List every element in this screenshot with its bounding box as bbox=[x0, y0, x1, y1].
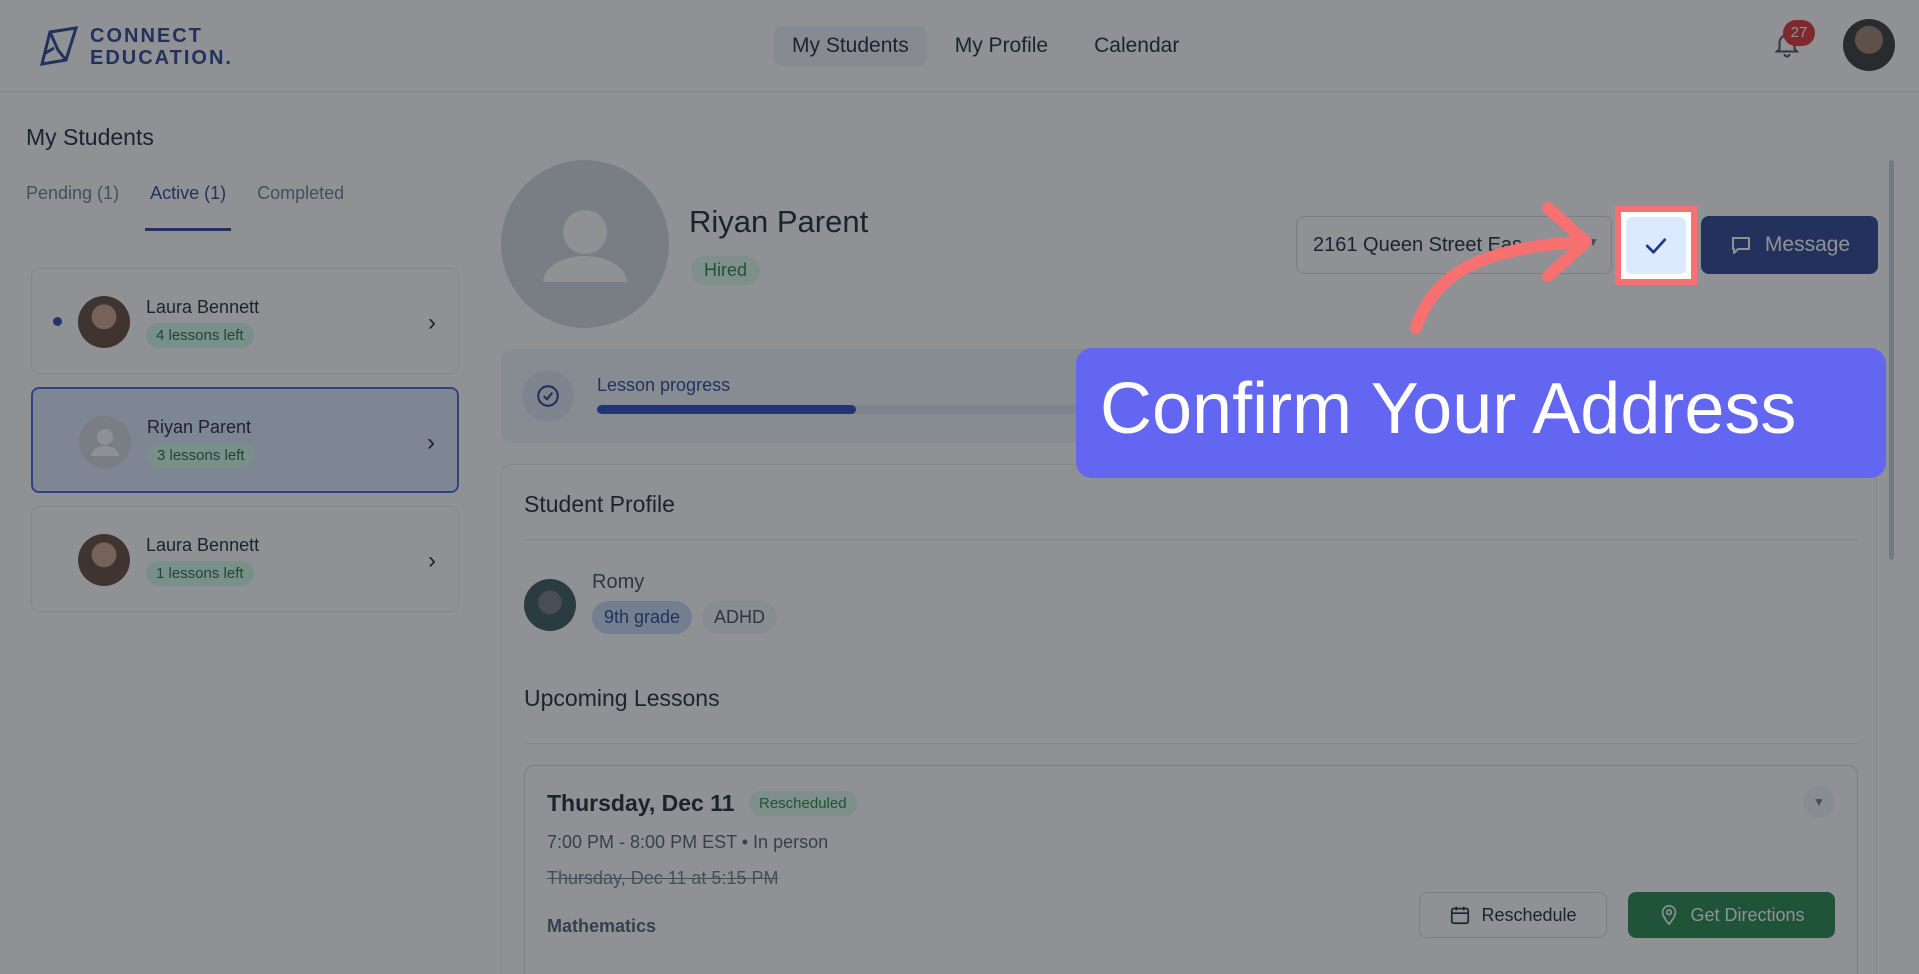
tutorial-arrow-icon bbox=[1410, 202, 1592, 334]
message-button[interactable]: Message bbox=[1701, 216, 1878, 274]
student-profile-card: Student Profile Romy 9th grade ADHD Upco… bbox=[501, 464, 1877, 974]
status-badge: Hired bbox=[691, 256, 761, 285]
student-card-laura-bennett[interactable]: Laura Bennett 4 lessons left › bbox=[31, 268, 459, 374]
divider bbox=[524, 539, 1858, 540]
tab-pending[interactable]: Pending (1) bbox=[26, 183, 119, 231]
student-status-tabs: Pending (1) Active (1) Completed bbox=[26, 183, 344, 231]
tab-completed[interactable]: Completed bbox=[257, 183, 344, 231]
lesson-progress-label: Lesson progress bbox=[597, 375, 731, 395]
student-avatar-placeholder-icon bbox=[501, 160, 669, 328]
main-nav: My Students My Profile Calendar bbox=[774, 26, 1197, 66]
map-pin-icon bbox=[1662, 905, 1677, 926]
avatar bbox=[78, 296, 130, 348]
avatar-placeholder-icon bbox=[79, 416, 131, 468]
check-circle-icon bbox=[522, 370, 574, 422]
lesson-status-badge: Rescheduled bbox=[749, 791, 857, 816]
user-avatar[interactable] bbox=[1843, 19, 1895, 71]
lesson-card: Thursday, Dec 11 Rescheduled ▼ 7:00 PM -… bbox=[524, 765, 1858, 974]
message-button-label: Message bbox=[1764, 233, 1851, 256]
reschedule-label: Reschedule bbox=[1481, 904, 1577, 925]
tutorial-callout: Confirm Your Address bbox=[1076, 348, 1886, 478]
chevron-right-icon: › bbox=[428, 309, 436, 336]
reschedule-button[interactable]: Reschedule bbox=[1419, 892, 1607, 938]
lesson-progress-fill bbox=[597, 405, 856, 414]
lessons-left-badge: 1 lessons left bbox=[146, 561, 254, 586]
lesson-previous-time: Thursday, Dec 11 at 5:15 PM bbox=[547, 868, 779, 888]
lesson-subject: Mathematics bbox=[547, 916, 657, 936]
student-card-riyan-parent[interactable]: Riyan Parent 3 lessons left › bbox=[31, 387, 459, 493]
tab-active[interactable]: Active (1) bbox=[145, 183, 232, 231]
child-name: Romy bbox=[592, 571, 645, 593]
confirm-address-button[interactable] bbox=[1615, 206, 1697, 285]
chevron-right-icon: › bbox=[427, 429, 435, 456]
confirm-button-inner bbox=[1626, 217, 1686, 274]
main-scrollbar[interactable] bbox=[1889, 160, 1894, 560]
nav-my-profile[interactable]: My Profile bbox=[937, 26, 1066, 66]
calendar-icon bbox=[1451, 906, 1470, 925]
lessons-left-badge: 4 lessons left bbox=[146, 323, 254, 348]
notification-count-badge: 27 bbox=[1783, 20, 1815, 46]
students-panel-title: My Students bbox=[26, 124, 154, 150]
brand-line-2: EDUCATION. bbox=[90, 47, 233, 69]
chat-bubble-icon bbox=[1731, 237, 1750, 254]
student-name: Riyan Parent bbox=[147, 417, 252, 437]
condition-tag: ADHD bbox=[702, 601, 778, 634]
brand-name: CONNECT EDUCATION. bbox=[90, 25, 233, 69]
chevron-down-icon[interactable]: ▼ bbox=[1803, 786, 1835, 818]
nav-my-students[interactable]: My Students bbox=[774, 26, 927, 66]
student-name: Laura Bennett bbox=[146, 297, 260, 317]
child-avatar bbox=[524, 579, 576, 631]
avatar bbox=[78, 534, 130, 586]
checkmark-icon bbox=[1645, 237, 1667, 254]
nav-calendar[interactable]: Calendar bbox=[1076, 26, 1197, 66]
chevron-right-icon: › bbox=[428, 547, 436, 574]
lesson-time: 7:00 PM - 8:00 PM EST • In person bbox=[547, 832, 829, 852]
unread-dot bbox=[53, 317, 62, 326]
student-card-laura-bennett-2[interactable]: Laura Bennett 1 lessons left › bbox=[31, 506, 459, 612]
lesson-date: Thursday, Dec 11 bbox=[547, 790, 735, 816]
upcoming-lessons-title: Upcoming Lessons bbox=[524, 685, 720, 711]
student-name: Laura Bennett bbox=[146, 535, 260, 555]
student-name-heading: Riyan Parent bbox=[689, 204, 869, 239]
top-header: CONNECT EDUCATION. My Students My Profil… bbox=[0, 0, 1919, 92]
lessons-left-badge: 3 lessons left bbox=[147, 443, 255, 468]
student-profile-title: Student Profile bbox=[524, 491, 675, 517]
brand-logo[interactable]: CONNECT EDUCATION. bbox=[36, 24, 233, 70]
logo-mark-icon bbox=[39, 26, 79, 66]
divider bbox=[524, 743, 1858, 744]
get-directions-button[interactable]: Get Directions bbox=[1628, 892, 1835, 938]
get-directions-label: Get Directions bbox=[1690, 904, 1805, 925]
grade-tag: 9th grade bbox=[592, 601, 693, 634]
brand-line-1: CONNECT bbox=[90, 25, 203, 47]
